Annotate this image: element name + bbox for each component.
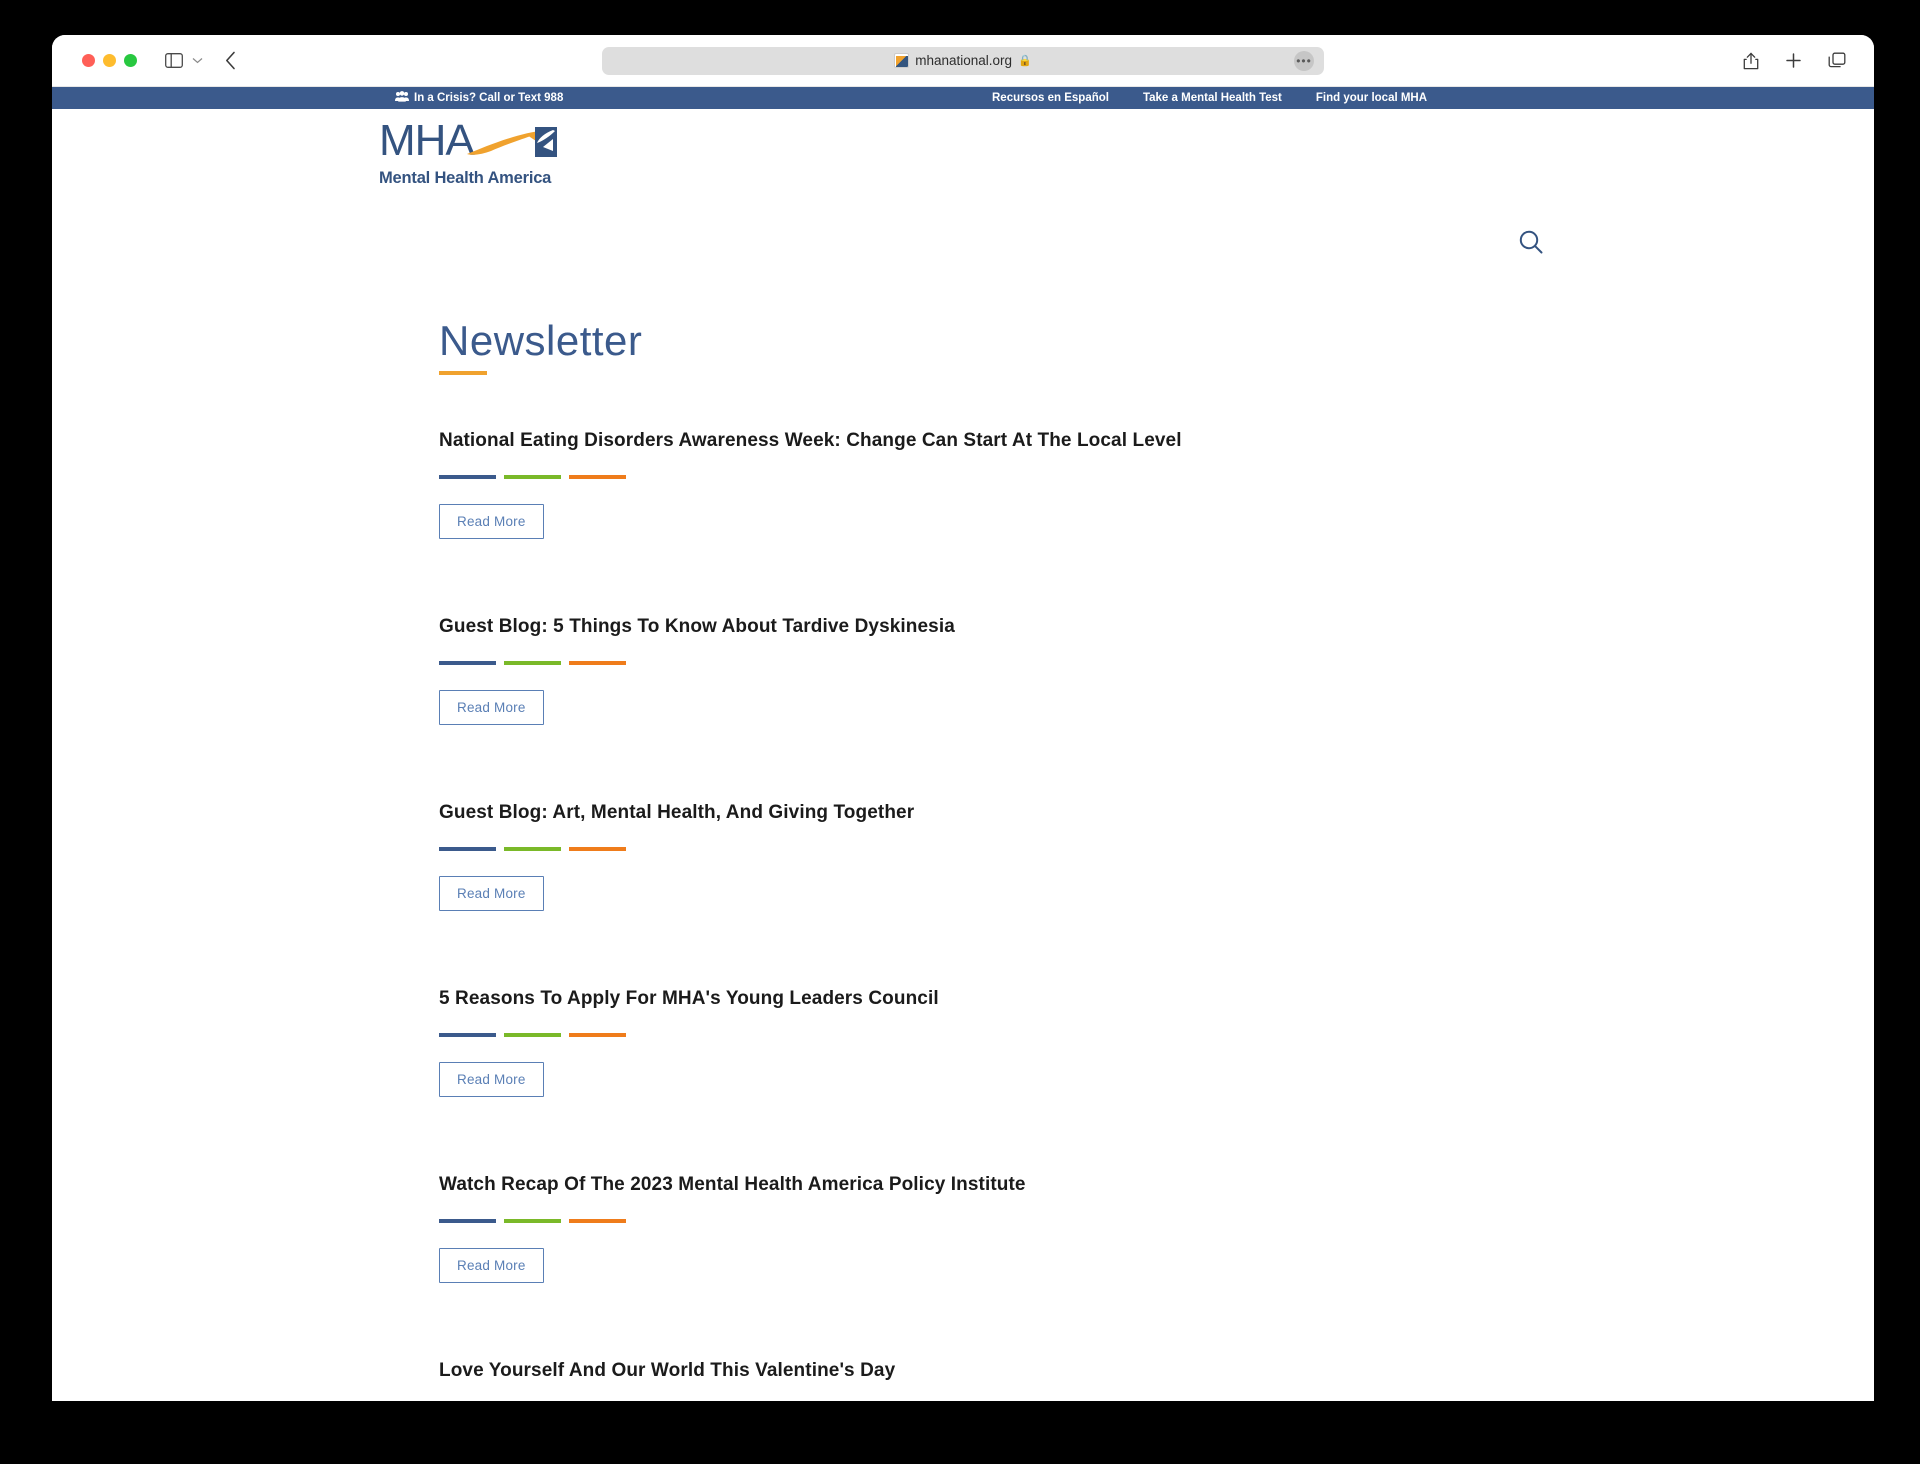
tricolor-divider [439, 847, 1539, 851]
divider-bar-blue [439, 847, 496, 851]
page-settings-icon[interactable]: ••• [1294, 50, 1314, 71]
read-more-button[interactable]: Read More [439, 690, 544, 725]
list-item: Guest Blog: Art, Mental Health, And Givi… [439, 800, 1539, 911]
tricolor-divider [439, 661, 1539, 665]
maximize-window-button[interactable] [124, 54, 137, 67]
tabs-icon[interactable] [1828, 52, 1846, 69]
site-favicon [894, 53, 910, 68]
read-more-button[interactable]: Read More [439, 1062, 544, 1097]
lock-icon: 🔒 [1018, 55, 1032, 67]
logo-letters: MHA [379, 116, 475, 165]
list-item: Guest Blog: 5 Things To Know About Tardi… [439, 614, 1539, 725]
browser-toolbar: mhanational.org 🔒 ••• [52, 35, 1874, 87]
newsletter-article-list: National Eating Disorders Awareness Week… [439, 428, 1539, 1401]
divider-bar-blue [439, 661, 496, 665]
tricolor-divider [439, 1033, 1539, 1037]
site-utility-bar: In a Crisis? Call or Text 988 Recursos e… [52, 87, 1874, 109]
article-title[interactable]: National Eating Disorders Awareness Week… [439, 428, 1539, 454]
tricolor-divider [439, 475, 1539, 479]
logo-swoosh-icon [467, 127, 557, 157]
url-bar[interactable]: mhanational.org 🔒 ••• [602, 46, 1324, 75]
utility-link-find-local-mha[interactable]: Find your local MHA [1316, 92, 1427, 104]
people-icon [395, 91, 409, 105]
divider-bar-orange [569, 475, 626, 479]
list-item: Watch Recap Of The 2023 Mental Health Am… [439, 1172, 1539, 1283]
utility-link-recursos[interactable]: Recursos en Español [992, 92, 1109, 104]
window-traffic-lights [82, 54, 137, 67]
divider-bar-green [504, 475, 561, 479]
list-item: 5 Reasons To Apply For MHA's Young Leade… [439, 986, 1539, 1097]
chevron-down-icon[interactable] [192, 57, 203, 64]
utility-link-mental-health-test[interactable]: Take a Mental Health Test [1143, 92, 1282, 104]
article-title[interactable]: Guest Blog: 5 Things To Know About Tardi… [439, 614, 1539, 640]
logo-tagline: Mental Health America [379, 169, 552, 187]
logo-mark: MHA [379, 116, 557, 165]
divider-bar-green [504, 1033, 561, 1037]
crisis-label: In a Crisis? Call or Text 988 [414, 92, 564, 104]
new-tab-icon[interactable] [1785, 52, 1802, 69]
divider-bar-orange [569, 661, 626, 665]
tricolor-divider [439, 1219, 1539, 1223]
article-title[interactable]: Watch Recap Of The 2023 Mental Health Am… [439, 1172, 1539, 1198]
search-icon[interactable] [1518, 229, 1544, 260]
read-more-button[interactable]: Read More [439, 504, 544, 539]
site-header: MHA Mental Health America GET HELP ▾ [52, 109, 1874, 355]
divider-bar-green [504, 847, 561, 851]
read-more-button[interactable]: Read More [439, 1248, 544, 1283]
article-title[interactable]: Guest Blog: Art, Mental Health, And Givi… [439, 800, 1539, 826]
divider-bar-blue [439, 1219, 496, 1223]
title-underline [439, 371, 487, 375]
close-window-button[interactable] [82, 54, 95, 67]
divider-bar-green [504, 661, 561, 665]
back-icon[interactable] [225, 51, 236, 70]
page-title-block: Newsletter [439, 317, 642, 375]
toolbar-right-group [1743, 51, 1846, 70]
page-content: Newsletter National Eating Disorders Awa… [52, 281, 1874, 1401]
read-more-button[interactable]: Read More [439, 876, 544, 911]
divider-bar-orange [569, 1219, 626, 1223]
url-text: mhanational.org [915, 53, 1013, 68]
browser-window: mhanational.org 🔒 ••• In a Crisis? Call … [52, 35, 1874, 1401]
minimize-window-button[interactable] [103, 54, 116, 67]
sidebar-icon[interactable] [165, 53, 183, 68]
page-title: Newsletter [439, 317, 643, 364]
mha-logo[interactable]: MHA Mental Health America [379, 116, 561, 188]
list-item: Love Yourself And Our World This Valenti… [439, 1358, 1539, 1401]
crisis-link[interactable]: In a Crisis? Call or Text 988 [395, 91, 563, 105]
divider-bar-green [504, 1219, 561, 1223]
share-icon[interactable] [1743, 51, 1759, 70]
divider-bar-orange [569, 847, 626, 851]
divider-bar-blue [439, 475, 496, 479]
divider-bar-blue [439, 1033, 496, 1037]
list-item: National Eating Disorders Awareness Week… [439, 428, 1539, 539]
article-title[interactable]: Love Yourself And Our World This Valenti… [439, 1358, 1539, 1384]
utility-links: Recursos en Español Take a Mental Health… [992, 92, 1427, 104]
divider-bar-orange [569, 1033, 626, 1037]
article-title[interactable]: 5 Reasons To Apply For MHA's Young Leade… [439, 986, 1539, 1012]
